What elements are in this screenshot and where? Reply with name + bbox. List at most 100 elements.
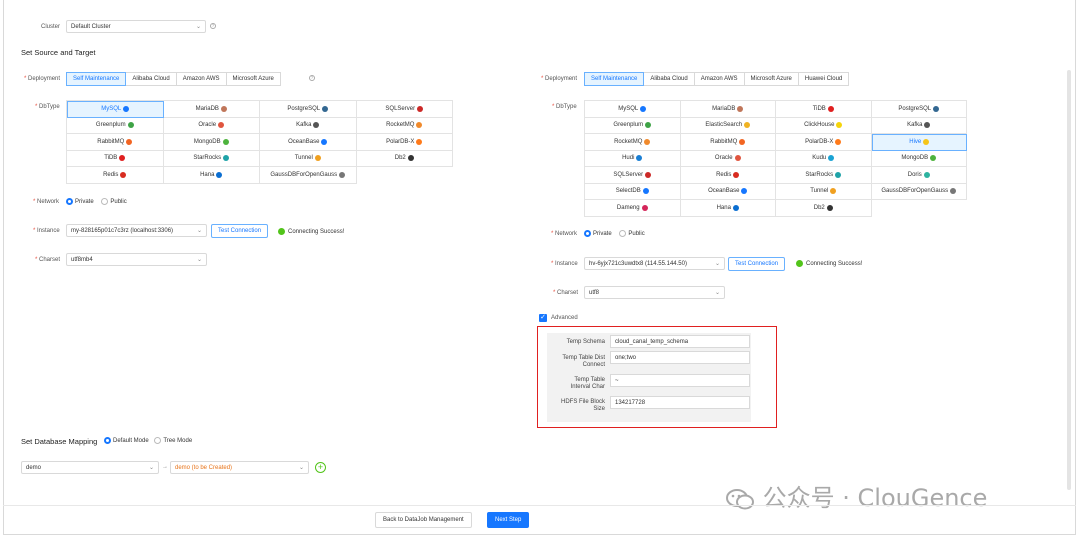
next-step-button[interactable]: Next Step bbox=[487, 512, 530, 528]
dbtype-tunnel[interactable]: Tunnel bbox=[260, 150, 357, 167]
target-instance-select[interactable]: hv-6yjx721c3uwdtx8 (114.55.144.50) ⌄ bbox=[584, 257, 725, 270]
dbtype-gaussdbforopengauss[interactable]: GaussDBForOpenGauss bbox=[871, 183, 967, 200]
dbtype-rocketmq[interactable]: RocketMQ bbox=[585, 134, 681, 151]
db-logo-icon bbox=[950, 188, 957, 195]
source-instance-select[interactable]: my-828165p01c7c3rz (localhost:3306) ⌄ bbox=[66, 224, 207, 237]
source-network-private[interactable]: Private bbox=[66, 198, 94, 205]
source-network-public[interactable]: Public bbox=[101, 198, 127, 205]
dbtype-tidb[interactable]: TiDB bbox=[67, 150, 164, 167]
mode-default[interactable]: Default Mode bbox=[104, 437, 149, 444]
dbtype-postgresql[interactable]: PostgreSQL bbox=[871, 101, 967, 118]
advanced-checkbox[interactable]: ✓ bbox=[539, 314, 547, 322]
dbtype-mongodb[interactable]: MongoDB bbox=[871, 150, 967, 167]
target-test-connection-button[interactable]: Test Connection bbox=[728, 257, 786, 271]
dbtype-db2[interactable]: Db2 bbox=[776, 200, 872, 217]
dbtype-hana[interactable]: Hana bbox=[680, 200, 776, 217]
dbtype-starrocks[interactable]: StarRocks bbox=[776, 167, 872, 184]
dbtype-tunnel[interactable]: Tunnel bbox=[776, 183, 872, 200]
db-logo-icon bbox=[339, 171, 346, 178]
dbtype-redis[interactable]: Redis bbox=[680, 167, 776, 184]
db-logo-icon bbox=[321, 138, 328, 145]
target-db-select[interactable]: demo (to be Created) ⌄ bbox=[170, 461, 309, 474]
dbtype-selectdb[interactable]: SelectDB bbox=[585, 183, 681, 200]
dbtype-postgresql[interactable]: PostgreSQL bbox=[260, 101, 357, 118]
source-tab-alibaba-cloud[interactable]: Alibaba Cloud bbox=[125, 72, 177, 86]
dbtype-oracle[interactable]: Oracle bbox=[163, 117, 260, 134]
dbtype-greenplum[interactable]: Greenplum bbox=[67, 117, 164, 134]
target-tab-microsoft-azure[interactable]: Microsoft Azure bbox=[743, 72, 799, 86]
db-logo-icon bbox=[407, 155, 414, 162]
dbtype-label: TiDB bbox=[812, 105, 826, 112]
dbtype-hana[interactable]: Hana bbox=[163, 167, 260, 184]
dbtype-hive[interactable]: Hive bbox=[871, 134, 967, 151]
dbtype-sqlserver[interactable]: SQLServer bbox=[356, 101, 453, 118]
chevron-down-icon: ⌄ bbox=[714, 290, 720, 296]
dbtype-mariadb[interactable]: MariaDB bbox=[680, 101, 776, 118]
dbtype-rabbitmq[interactable]: RabbitMQ bbox=[67, 134, 164, 151]
dbtype-label: MySQL bbox=[618, 105, 639, 112]
watermark: 公众号 · ClouGence bbox=[725, 478, 987, 513]
section-title-source-target: Set Source and Target bbox=[21, 48, 96, 57]
temp-schema-input[interactable]: cloud_canal_temp_schema bbox=[610, 335, 750, 348]
db-logo-icon bbox=[933, 105, 940, 112]
label-line: Size bbox=[593, 405, 605, 412]
dbtype-redis[interactable]: Redis bbox=[67, 167, 164, 184]
dbtype-polardb-x[interactable]: PolarDB-X bbox=[776, 134, 872, 151]
target-instance-label: Instance bbox=[551, 261, 578, 267]
dbtype-kafka[interactable]: Kafka bbox=[871, 117, 967, 134]
source-tab-self-maintenance[interactable]: Self Maintenance bbox=[66, 72, 127, 86]
source-network-radios: Private Public bbox=[66, 198, 127, 205]
dbtype-rocketmq[interactable]: RocketMQ bbox=[356, 117, 453, 134]
dbtype-mongodb[interactable]: MongoDB bbox=[163, 134, 260, 151]
target-tab-self-maintenance[interactable]: Self Maintenance bbox=[584, 72, 645, 86]
help-icon[interactable]: ? bbox=[210, 23, 216, 29]
dbtype-mysql[interactable]: MySQL bbox=[585, 101, 681, 118]
add-mapping-icon[interactable]: + bbox=[315, 462, 326, 473]
dbtype-clickhouse[interactable]: ClickHouse bbox=[776, 117, 872, 134]
back-button[interactable]: Back to DataJob Management bbox=[375, 512, 472, 528]
source-test-connection-button[interactable]: Test Connection bbox=[211, 224, 269, 238]
dbtype-kudu[interactable]: Kudu bbox=[776, 150, 872, 167]
dbtype-oceanbase[interactable]: OceanBase bbox=[680, 183, 776, 200]
dbtype-doris[interactable]: Doris bbox=[871, 167, 967, 184]
dbtype-mysql[interactable]: MySQL bbox=[67, 101, 164, 118]
footer-divider bbox=[3, 505, 1076, 506]
dbtype-label: StarRocks bbox=[193, 155, 222, 162]
dbtype-mariadb[interactable]: MariaDB bbox=[163, 101, 260, 118]
dbtype-dameng[interactable]: Dameng bbox=[585, 200, 681, 217]
target-network-private[interactable]: Private bbox=[584, 230, 612, 237]
target-tab-alibaba-cloud[interactable]: Alibaba Cloud bbox=[643, 72, 695, 86]
dbtype-sqlserver[interactable]: SQLServer bbox=[585, 167, 681, 184]
dbtype-polardb-x[interactable]: PolarDB-X bbox=[356, 134, 453, 151]
scrollbar[interactable] bbox=[1067, 70, 1071, 490]
target-tab-amazon-aws[interactable]: Amazon AWS bbox=[693, 72, 745, 86]
db-logo-icon bbox=[835, 171, 842, 178]
source-charset-select[interactable]: utf8mb4 ⌄ bbox=[66, 253, 207, 266]
source-tab-amazon-aws[interactable]: Amazon AWS bbox=[175, 72, 227, 86]
temp-table-interval-char-input[interactable]: ~ bbox=[610, 374, 750, 387]
dbtype-oceanbase[interactable]: OceanBase bbox=[260, 134, 357, 151]
target-network-public[interactable]: Public bbox=[619, 230, 645, 237]
temp-table-dist-connect-input[interactable]: one;two bbox=[610, 351, 750, 364]
target-charset-select[interactable]: utf8 ⌄ bbox=[584, 286, 725, 299]
hdfs-file-block-size-label: HDFS File Block Size bbox=[548, 399, 605, 412]
mode-tree[interactable]: Tree Mode bbox=[154, 437, 192, 444]
help-icon[interactable]: ? bbox=[309, 75, 315, 81]
hdfs-file-block-size-input[interactable]: 134217728 bbox=[610, 396, 750, 409]
dbtype-elasticsearch[interactable]: ElasticSearch bbox=[680, 117, 776, 134]
dbtype-greenplum[interactable]: Greenplum bbox=[585, 117, 681, 134]
dbtype-rabbitmq[interactable]: RabbitMQ bbox=[680, 134, 776, 151]
cluster-select[interactable]: Default Cluster ⌄ bbox=[66, 20, 206, 33]
dbtype-label: Oracle bbox=[714, 155, 733, 162]
dbtype-tidb[interactable]: TiDB bbox=[776, 101, 872, 118]
dbtype-kafka[interactable]: Kafka bbox=[260, 117, 357, 134]
dbtype-oracle[interactable]: Oracle bbox=[680, 150, 776, 167]
dbtype-db2[interactable]: Db2 bbox=[356, 150, 453, 167]
target-tab-huawei-cloud[interactable]: Huawei Cloud bbox=[797, 72, 850, 86]
radio-icon bbox=[101, 198, 109, 205]
source-tab-microsoft-azure[interactable]: Microsoft Azure bbox=[225, 72, 281, 86]
source-db-select[interactable]: demo ⌄ bbox=[21, 461, 159, 474]
dbtype-starrocks[interactable]: StarRocks bbox=[163, 150, 260, 167]
dbtype-hudi[interactable]: Hudi bbox=[585, 150, 681, 167]
dbtype-gaussdbforopengauss[interactable]: GaussDBForOpenGauss bbox=[260, 167, 357, 184]
